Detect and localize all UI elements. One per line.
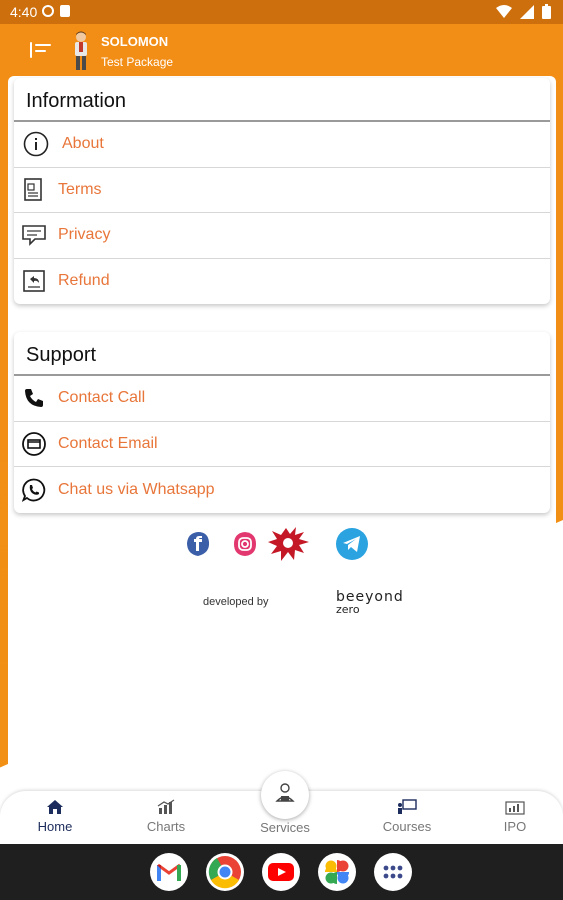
home-icon bbox=[15, 797, 95, 817]
brand-bottom-text: zero bbox=[336, 603, 360, 616]
instagram-icon[interactable] bbox=[227, 526, 263, 562]
whatsapp-icon bbox=[22, 478, 46, 502]
information-card: Information About Terms Privacy Refund bbox=[14, 78, 550, 304]
youtube-icon[interactable] bbox=[262, 853, 300, 891]
developer-logo: beeyond zero bbox=[336, 590, 418, 618]
battery-icon bbox=[542, 4, 551, 19]
app-header: SOLOMON Test Package bbox=[0, 24, 563, 76]
chrome-icon[interactable] bbox=[206, 853, 244, 891]
developed-by-text: developed by bbox=[203, 596, 269, 608]
chat-box-icon bbox=[22, 223, 46, 247]
signal-icon bbox=[520, 4, 534, 19]
nav-charts[interactable]: Charts bbox=[126, 797, 206, 834]
user-package: Test Package bbox=[101, 55, 174, 69]
status-system-icons bbox=[496, 4, 551, 19]
photos-icon[interactable] bbox=[318, 853, 356, 891]
privacy-label: Privacy bbox=[58, 226, 111, 244]
nav-home-label: Home bbox=[37, 819, 73, 834]
brand-top-text: beeyond bbox=[336, 589, 404, 605]
info-icon bbox=[22, 130, 50, 158]
nav-charts-label: Charts bbox=[146, 819, 186, 834]
telegram-icon[interactable] bbox=[334, 526, 370, 562]
facebook-icon[interactable] bbox=[180, 526, 216, 562]
contact-email-row[interactable]: Contact Email bbox=[14, 422, 550, 467]
wifi-icon bbox=[496, 4, 512, 18]
information-title: Information bbox=[14, 78, 550, 122]
contact-call-row[interactable]: Contact Call bbox=[14, 376, 550, 422]
refund-row[interactable]: Refund bbox=[14, 259, 550, 305]
support-card: Support Contact Call Contact Email Chat … bbox=[14, 332, 550, 513]
email-icon bbox=[22, 431, 46, 456]
gmail-icon[interactable] bbox=[150, 853, 188, 891]
user-name: SOLOMON bbox=[101, 34, 169, 49]
privacy-row[interactable]: Privacy bbox=[14, 213, 550, 259]
contact-email-label: Contact Email bbox=[58, 434, 158, 452]
courses-icon bbox=[367, 797, 447, 817]
services-button[interactable] bbox=[261, 771, 309, 819]
apps-icon[interactable] bbox=[374, 853, 412, 891]
about-label: About bbox=[62, 135, 104, 153]
nav-courses-label: Courses bbox=[382, 819, 432, 834]
menu-button[interactable] bbox=[30, 40, 52, 60]
services-icon bbox=[273, 781, 297, 810]
document-icon bbox=[22, 177, 46, 202]
status-notification-icons bbox=[42, 5, 70, 17]
nav-home[interactable]: Home bbox=[15, 797, 95, 834]
phone-icon bbox=[22, 386, 46, 410]
support-title: Support bbox=[14, 332, 550, 376]
ipo-icon bbox=[475, 797, 555, 817]
nav-courses[interactable]: Courses bbox=[367, 797, 447, 834]
whatsapp-row[interactable]: Chat us via Whatsapp bbox=[14, 467, 550, 513]
nav-ipo[interactable]: IPO bbox=[475, 797, 555, 834]
avatar bbox=[75, 31, 87, 70]
about-row[interactable]: About bbox=[14, 122, 550, 168]
nav-services-label: Services bbox=[260, 820, 310, 835]
status-bar: 4:40 bbox=[0, 0, 563, 24]
terms-row[interactable]: Terms bbox=[14, 168, 550, 213]
status-time: 4:40 bbox=[10, 4, 38, 20]
menu-icon bbox=[30, 42, 32, 58]
notification-circle-icon bbox=[42, 5, 54, 17]
system-dock bbox=[0, 844, 563, 900]
nav-ipo-label: IPO bbox=[503, 819, 527, 834]
whatsapp-label: Chat us via Whatsapp bbox=[58, 480, 215, 498]
chart-icon bbox=[126, 797, 206, 817]
contact-call-label: Contact Call bbox=[58, 389, 146, 407]
terms-label: Terms bbox=[58, 180, 102, 198]
splash-icon[interactable] bbox=[266, 526, 312, 562]
refund-label: Refund bbox=[58, 272, 110, 290]
sim-card-icon bbox=[60, 5, 70, 17]
refund-icon bbox=[22, 269, 46, 293]
